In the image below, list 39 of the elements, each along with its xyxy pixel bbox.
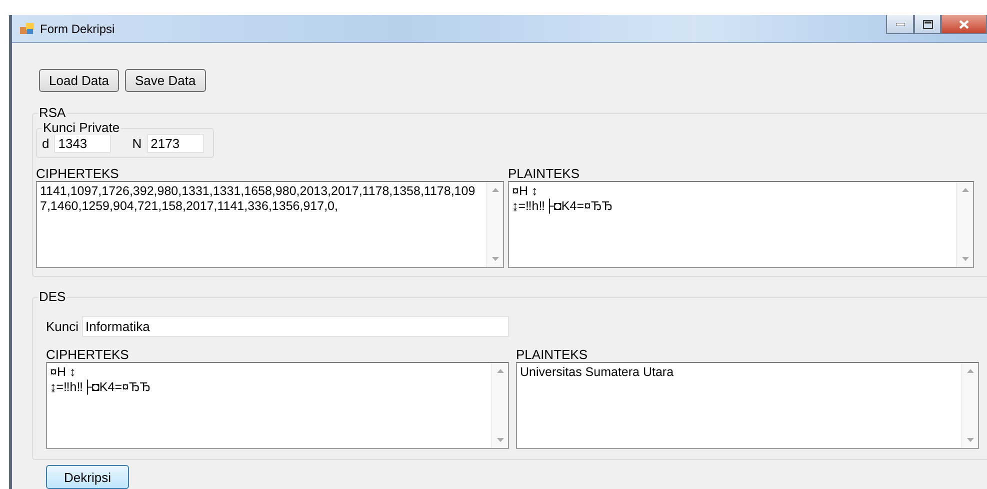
input-field[interactable]: Informatika [82,316,509,337]
scroll-down-icon [966,438,974,442]
field-label: N [132,136,142,150]
text-area[interactable]: ¤H ↕ ↨=‼h‼├◘K4=¤ЂЂ [46,362,509,449]
field-label: d [42,136,50,150]
scroll-down-icon [962,257,968,261]
scroll-up-icon [492,188,498,192]
group-title: RSA [38,105,67,120]
minimize-button[interactable] [886,15,914,34]
toolbar-button[interactable]: Load Data [39,69,119,92]
scroll-down-icon [496,438,504,442]
toolbar-button[interactable]: Save Data [125,69,206,92]
text-area[interactable]: Universitas Sumatera Utara [516,362,979,449]
close-icon [959,20,969,28]
window-title: Form Dekripsi [40,22,115,36]
close-button[interactable] [941,15,987,34]
app-icon [20,22,34,34]
decrypt-button[interactable]: Dekripsi [46,465,129,489]
scroll-up-icon [496,369,504,373]
field-label: Kunci [46,319,79,334]
text-area[interactable]: 1141,1097,1726,392,980,1331,1331,1658,980,2013,2017,1178,1358,1178,1097,1460,1259,904,721,158,2017,1141,336,1356,917,0, [36,181,504,268]
scrollbar[interactable] [486,182,503,267]
group-title: Kunci Private [42,120,121,135]
field-label: CIPHERTEKS [36,166,120,181]
scroll-up-icon [966,369,974,373]
input-field[interactable]: 2173 [146,134,204,152]
scrollbar[interactable] [956,182,973,267]
field-label: PLAINTEKS [508,166,581,181]
field-label: CIPHERTEKS [46,347,130,362]
text-area[interactable]: ¤H ↕ ↨=‼h‼├◘K4=¤ЂЂ [508,181,974,268]
field-label: PLAINTEKS [516,347,589,362]
maximize-button[interactable] [914,15,941,34]
scroll-down-icon [492,257,498,261]
scrollbar[interactable] [961,363,978,448]
scroll-up-icon [962,188,968,192]
scrollbar[interactable] [491,363,508,448]
minimize-icon [896,22,904,26]
group-title: DES [38,289,67,304]
maximize-icon [922,20,932,28]
